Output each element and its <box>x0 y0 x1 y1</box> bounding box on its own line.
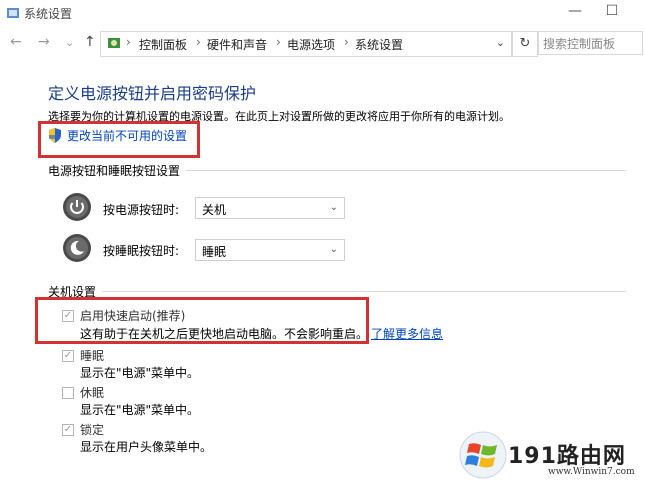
learn-more-link[interactable]: 了解更多信息 <box>371 325 443 342</box>
power-button-action-select[interactable]: 关机 ⌄ <box>195 197 345 219</box>
watermark-url: www.Winwin7.com <box>548 467 635 477</box>
address-dropdown-button[interactable]: ⌄ <box>496 36 505 49</box>
page-title: 定义电源按钮并启用密码保护 <box>48 84 257 103</box>
search-input[interactable]: 搜索控制面板 <box>538 31 643 55</box>
select-value: 睡眠 <box>202 245 227 259</box>
watermark-brand: 191路由网 <box>508 444 626 469</box>
breadcrumb-control-panel[interactable]: 控制面板 <box>139 36 187 53</box>
breadcrumb-system-settings[interactable]: 系统设置 <box>355 36 403 53</box>
breadcrumb-separator: › <box>126 35 131 49</box>
section-divider <box>186 170 626 171</box>
breadcrumb-hardware-sound[interactable]: 硬件和声音 <box>207 36 267 53</box>
window-title: 系统设置 <box>24 7 73 21</box>
back-button[interactable]: ← <box>10 34 22 50</box>
sleep-option-title: 睡眠 <box>80 349 105 363</box>
breadcrumb-separator: › <box>344 35 349 49</box>
section-divider <box>102 291 626 292</box>
sleep-button-label: 按睡眠按钮时: <box>103 244 180 258</box>
navigation-bar: ← → ⌄ ↑ › 控制面板 › 硬件和声音 › 电源选项 › 系统设置 ⌄ ↻… <box>0 28 645 58</box>
hibernate-option-description: 显示在"电源"菜单中。 <box>80 403 200 417</box>
breadcrumb-separator: › <box>276 35 281 49</box>
forward-button[interactable]: → <box>38 34 50 50</box>
sleep-option-description: 显示在"电源"菜单中。 <box>80 366 200 380</box>
power-button-label: 按电源按钮时: <box>103 203 180 217</box>
windows-logo-icon <box>459 431 507 479</box>
lock-checkbox[interactable]: ✓ <box>62 424 74 436</box>
hibernate-checkbox[interactable] <box>62 387 74 399</box>
minimize-button[interactable]: — <box>555 0 595 24</box>
control-panel-icon <box>108 38 120 48</box>
breadcrumb-power-options[interactable]: 电源选项 <box>287 36 335 53</box>
lock-option-title: 锁定 <box>80 423 105 437</box>
power-button-icon <box>63 193 91 221</box>
breadcrumb-separator: › <box>196 35 201 49</box>
maximize-button[interactable]: ☐ <box>592 0 632 24</box>
recent-locations-button[interactable]: ⌄ <box>65 36 74 49</box>
control-panel-icon <box>7 8 19 18</box>
highlight-box <box>35 297 369 344</box>
refresh-button[interactable]: ↻ <box>512 31 538 57</box>
chevron-down-icon: ⌄ <box>329 244 338 255</box>
sleep-button-icon <box>63 234 91 262</box>
select-value: 关机 <box>202 203 227 217</box>
sleep-checkbox[interactable]: ✓ <box>62 350 74 362</box>
hibernate-option-title: 休眠 <box>80 386 105 400</box>
chevron-down-icon: ⌄ <box>329 202 338 213</box>
highlight-box <box>38 121 200 158</box>
address-bar[interactable]: › 控制面板 › 硬件和声音 › 电源选项 › 系统设置 ⌄ <box>100 31 512 57</box>
lock-option-description: 显示在用户头像菜单中。 <box>80 440 213 454</box>
title-bar: 系统设置 — ☐ <box>0 0 645 26</box>
section-label-power-buttons: 电源按钮和睡眠按钮设置 <box>48 164 181 178</box>
sleep-button-action-select[interactable]: 睡眠 ⌄ <box>195 239 345 261</box>
up-button[interactable]: ↑ <box>84 34 96 50</box>
